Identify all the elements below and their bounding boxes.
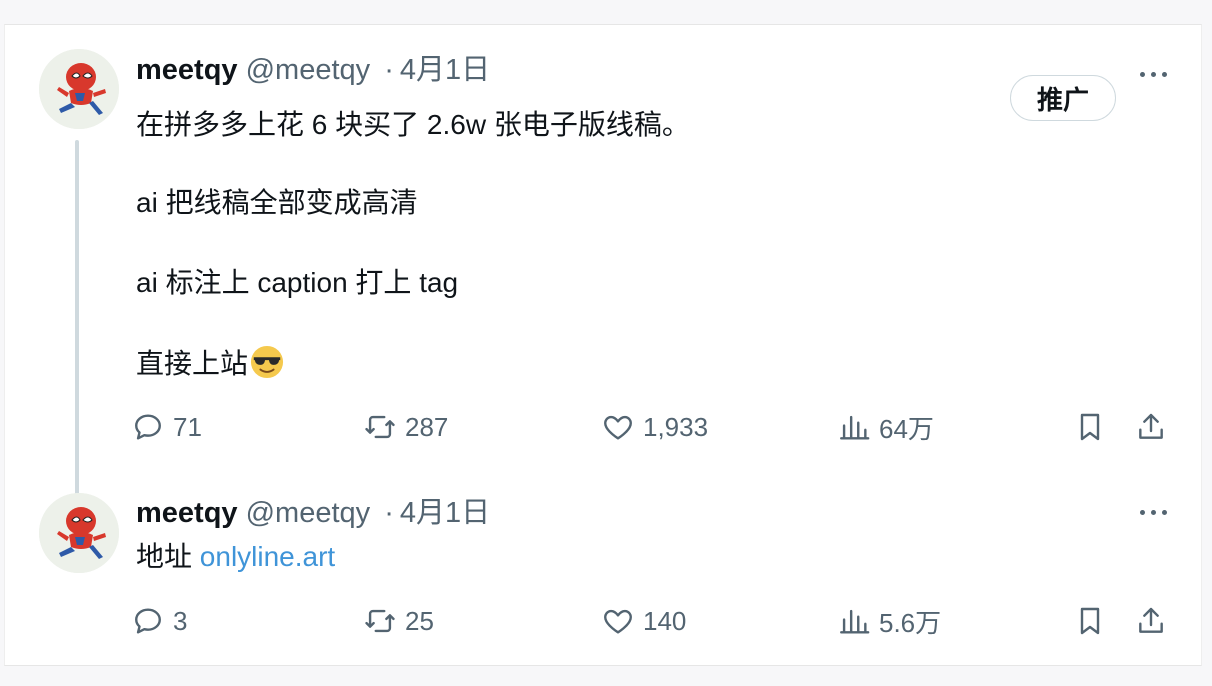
thread-connector-line [75,140,79,508]
tweet-text-line: ai 把线稿全部变成高清 [136,187,418,218]
display-name[interactable]: meetqy [136,54,238,86]
tweet-header: meetqy @meetqy · 4月1日 [136,52,490,88]
views-icon [840,415,870,440]
tweet-text-line: 在拼多多上花 6 块买了 2.6w 张电子版线稿。 [136,109,690,140]
retweet-count: 287 [405,411,449,442]
handle[interactable]: @meetqy [246,497,371,529]
retweet-count: 25 [405,605,434,636]
like-icon [604,609,632,634]
views-count: 64万 [879,413,934,444]
retweet-button[interactable]: 25 [363,601,434,641]
reply-count: 3 [173,605,188,636]
tweet-text: 地址 [136,541,193,572]
tweet-header: meetqy @meetqy · 4月1日 [136,495,490,531]
timeline-card: meetqy @meetqy · 4月1日 推广 在拼多多上花 6 块买了 2.6… [4,24,1202,666]
promote-button[interactable]: 推广 [1010,75,1116,121]
separator: · [384,54,394,86]
views-icon [840,609,870,634]
like-button[interactable]: 1,933 [601,407,708,447]
tweet-text: 直接上站 [136,348,249,379]
share-button[interactable] [1132,407,1170,447]
views-count: 5.6万 [879,607,942,638]
bookmark-button[interactable] [1071,407,1109,447]
like-count: 140 [643,605,687,636]
spiderman-avatar-icon [39,493,119,573]
tweet-text-line: 地址 onlyline.art [136,539,335,575]
reply-icon [135,414,161,440]
reply-button[interactable]: 71 [131,407,202,447]
share-icon [1139,607,1163,633]
website-link[interactable]: onlyline.art [200,541,335,572]
reply-count: 71 [173,411,202,442]
bookmark-icon [1080,413,1100,441]
like-button[interactable]: 140 [601,601,686,641]
reply-button[interactable]: 3 [131,601,187,641]
separator: · [384,497,394,529]
share-button[interactable] [1132,601,1170,641]
sunglasses-emoji-icon [250,345,284,379]
more-icon[interactable] [1135,497,1171,527]
bookmark-icon [1080,607,1100,635]
display-name[interactable]: meetqy [136,497,238,529]
retweet-icon [365,609,395,633]
more-icon[interactable] [1135,59,1171,89]
bookmark-button[interactable] [1071,601,1109,641]
retweet-icon [365,415,395,439]
reply-icon [135,608,161,634]
spiderman-avatar-icon [39,49,119,129]
tweet-date[interactable]: 4月1日 [400,54,490,86]
views-button[interactable]: 64万 [837,407,934,447]
tweet-date[interactable]: 4月1日 [400,497,490,529]
avatar[interactable] [39,493,119,573]
like-count: 1,933 [643,411,709,442]
views-button[interactable]: 5.6万 [837,601,941,641]
tweet-text-line-last: 直接上站 [136,345,284,382]
like-icon [604,415,632,440]
share-icon [1139,413,1163,439]
handle[interactable]: @meetqy [246,54,371,86]
tweet-text-line: ai 标注上 caption 打上 tag [136,267,459,298]
avatar[interactable] [39,49,119,129]
retweet-button[interactable]: 287 [363,407,448,447]
